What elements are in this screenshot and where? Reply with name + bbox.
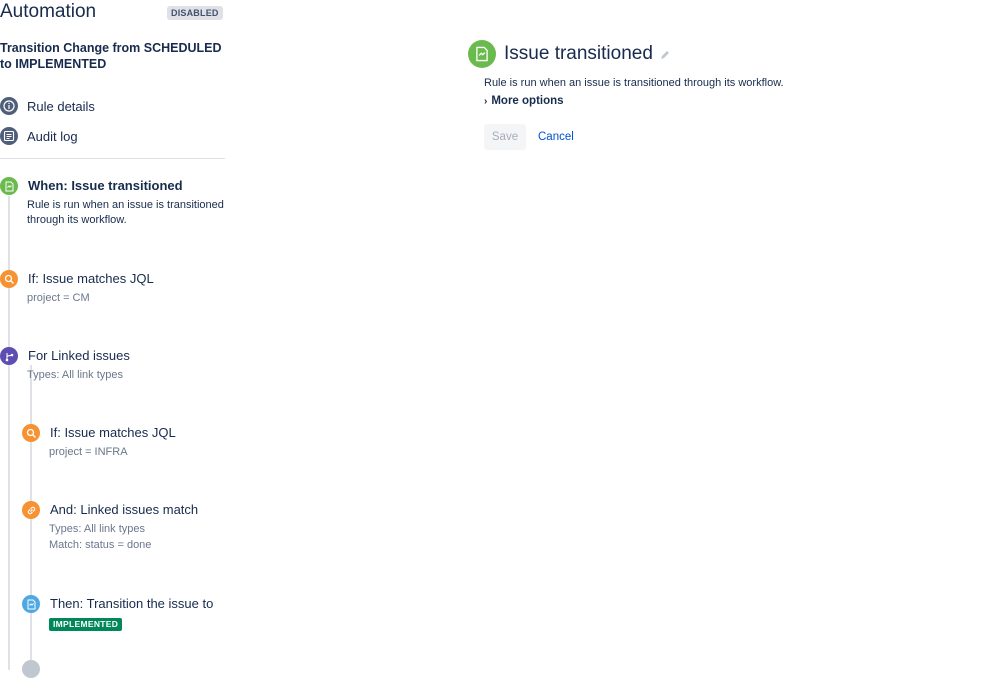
step-action-transition[interactable]: Then: Transition the issue to IMPLEMENTE… — [22, 595, 222, 635]
step-trigger-desc: Rule is run when an issue is transitione… — [27, 199, 224, 226]
step-branch-sub: Types: All link types — [27, 369, 123, 381]
detail-title: Issue transitioned — [504, 43, 653, 64]
status-badge: DISABLED — [167, 6, 223, 20]
step-branch-title: For Linked issues — [28, 348, 130, 363]
step-condition-cm-title: If: Issue matches JQL — [28, 271, 154, 286]
more-options-toggle[interactable]: › More options — [484, 95, 564, 107]
step-branch-linked[interactable]: For Linked issues Types: All link types — [0, 347, 200, 387]
rule-name: Transition Change from SCHEDULED to IMPL… — [0, 41, 222, 71]
search-icon — [0, 270, 18, 288]
more-options-label: More options — [491, 95, 564, 107]
nav-audit-log-label: Audit log — [27, 128, 78, 144]
save-button[interactable]: Save — [484, 124, 526, 150]
nav-rule-details[interactable]: Rule details — [0, 96, 95, 116]
pencil-icon[interactable] — [659, 48, 671, 66]
step-condition-infra-title: If: Issue matches JQL — [50, 425, 176, 440]
app-title: Automation — [0, 1, 97, 22]
step-action-title: Then: Transition the issue to — [50, 596, 214, 611]
branch-icon — [0, 347, 18, 365]
transition-icon — [0, 177, 18, 195]
step-linked-match-title: And: Linked issues match — [50, 502, 199, 517]
step-linked-match-types: Types: All link types — [49, 523, 145, 535]
search-icon — [22, 424, 40, 442]
info-icon — [0, 97, 18, 115]
nav-audit-log[interactable]: Audit log — [0, 126, 78, 146]
step-linked-issues-match[interactable]: And: Linked issues match Types: All link… — [22, 501, 222, 557]
step-condition-infra[interactable]: If: Issue matches JQL project = INFRA — [22, 424, 222, 464]
step-trigger-title: When: Issue transitioned — [28, 178, 183, 193]
status-lozenge-implemented: IMPLEMENTED — [49, 618, 123, 631]
step-condition-infra-sub: project = INFRA — [49, 446, 128, 458]
cancel-button[interactable]: Cancel — [538, 124, 574, 150]
step-linked-match-status: Match: status = done — [49, 539, 152, 551]
transition-icon — [22, 595, 40, 613]
nav-rule-details-label: Rule details — [27, 98, 95, 114]
link-icon — [22, 501, 40, 519]
nav-divider — [0, 158, 225, 159]
list-icon — [0, 127, 18, 145]
add-step-icon[interactable] — [22, 660, 40, 678]
flow-line-main — [8, 196, 10, 670]
transition-icon — [468, 40, 496, 68]
detail-description: Rule is run when an issue is transitione… — [484, 77, 784, 89]
step-condition-cm[interactable]: If: Issue matches JQL project = CM — [0, 270, 200, 310]
chevron-right-icon: › — [484, 95, 488, 107]
step-condition-cm-sub: project = CM — [27, 292, 90, 304]
